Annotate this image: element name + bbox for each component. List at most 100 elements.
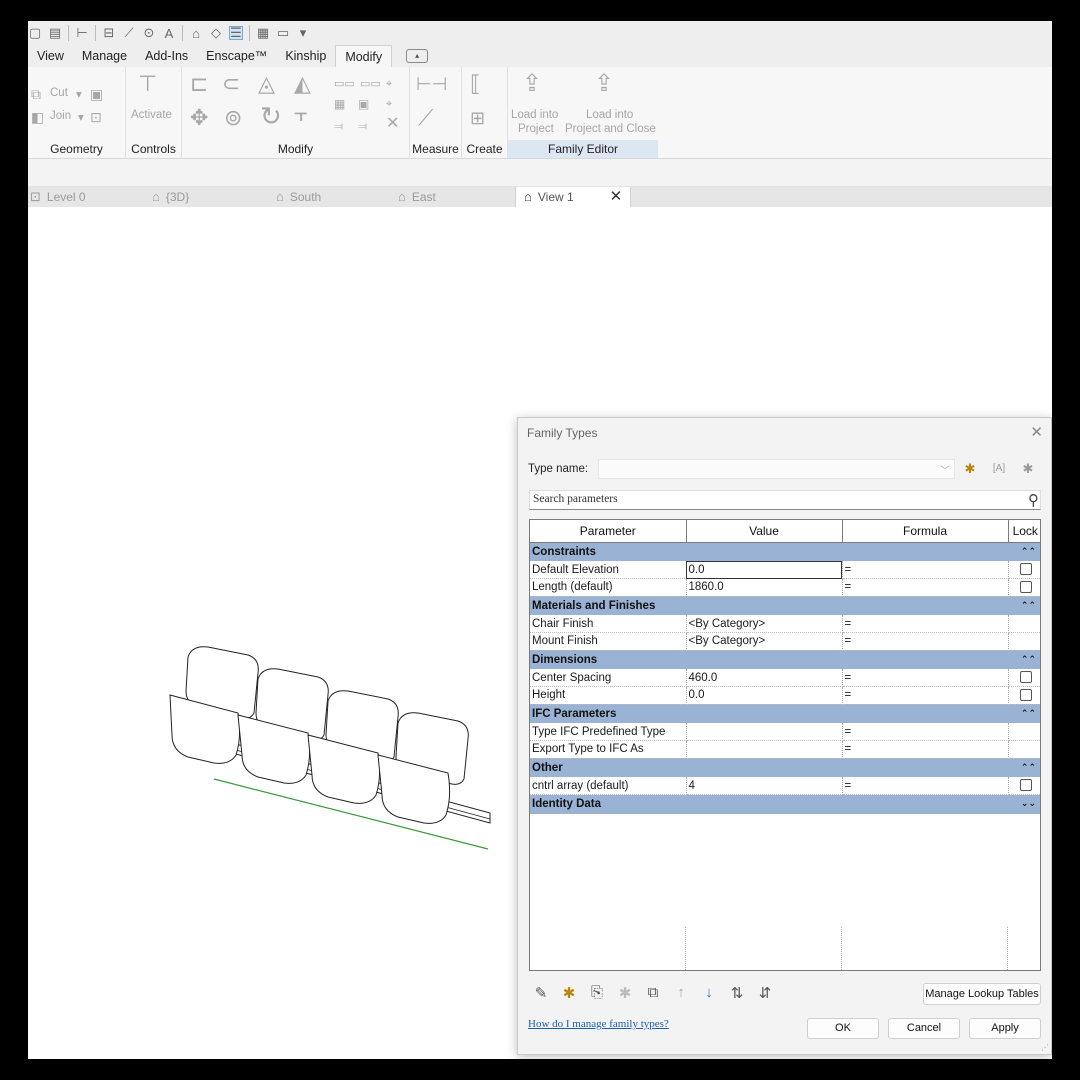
cut-button[interactable]: Cut <box>50 87 68 99</box>
create-similar-icon[interactable]: ⟦ <box>470 73 481 95</box>
mirror-axis-icon[interactable]: ◬ <box>258 73 275 95</box>
group-dimensions[interactable]: Dimensions ⌃⌃ <box>530 650 1040 669</box>
parameter-formula[interactable]: = <box>842 777 1009 795</box>
new-parameter-icon[interactable]: ✱ <box>560 984 578 1002</box>
split-gap-icon[interactable]: ▭▭ <box>360 75 381 93</box>
pin-icon[interactable]: ⌖ <box>386 75 392 93</box>
search-parameters-input[interactable]: Search parameters <box>529 490 1041 510</box>
resize-grip-icon[interactable]: ⋰ <box>1041 1043 1049 1052</box>
duplicate-parameter-icon[interactable]: ✱ <box>616 984 634 1002</box>
switch-windows-icon[interactable]: ▭ <box>276 25 290 40</box>
view-tab-view-1[interactable]: ⌂ View 1 ✕ <box>515 187 632 207</box>
tab-enscape[interactable]: Enscape™ <box>197 45 276 67</box>
cut-dropdown-icon[interactable]: ▾ <box>76 87 82 101</box>
expand-icon[interactable]: ⌄⌄ <box>1021 798 1036 809</box>
trim-extend-icon[interactable]: ⫟ <box>294 103 307 125</box>
collapse-icon[interactable]: ⌃⌃ <box>1021 708 1036 719</box>
parameter-value-input[interactable]: 460.0 <box>686 669 843 687</box>
copy-parameter-icon[interactable]: ⧉ <box>644 984 662 1002</box>
load-into-project-close-line1[interactable]: Load into <box>586 109 633 121</box>
trim-single-icon[interactable]: ⫤ <box>334 117 343 135</box>
dimension-icon[interactable]: ⊟ <box>102 25 116 40</box>
collapse-icon[interactable]: ⌃⌃ <box>1021 654 1036 665</box>
load-into-project-close-line2[interactable]: Project and Close <box>565 123 656 135</box>
table-row[interactable]: Chair Finish <By Category> = <box>530 615 1040 633</box>
table-row[interactable]: cntrl array (default) 4 = <box>530 777 1040 795</box>
join-button[interactable]: Join <box>50 110 71 122</box>
group-identity-data[interactable]: Identity Data ⌄⌄ <box>530 794 1040 814</box>
thin-lines-icon[interactable]: ☰ <box>229 25 243 40</box>
formula-column-header[interactable]: Formula <box>842 520 1009 543</box>
copy-icon[interactable]: ⊚ <box>224 107 242 129</box>
lock-checkbox[interactable] <box>1020 779 1033 792</box>
view-tab-level-0[interactable]: ⊡ Level 0 <box>30 187 86 207</box>
split-face-icon[interactable]: ⊡ <box>90 108 102 126</box>
parameter-formula[interactable]: = <box>842 615 1009 633</box>
group-other[interactable]: Other ⌃⌃ <box>530 758 1040 777</box>
tag-icon[interactable]: ⊙ <box>142 25 156 40</box>
tab-kinship[interactable]: Kinship <box>276 45 335 67</box>
lock-checkbox[interactable] <box>1020 563 1033 576</box>
move-icon[interactable]: ✥ <box>190 107 208 129</box>
customize-dropdown-icon[interactable]: ▾ <box>296 25 310 40</box>
group-materials[interactable]: Materials and Finishes ⌃⌃ <box>530 596 1040 615</box>
help-link[interactable]: How do I manage family types? <box>528 1018 669 1030</box>
join-dropdown-icon[interactable]: ▾ <box>78 110 84 124</box>
manage-lookup-tables-button[interactable]: Manage Lookup Tables <box>923 983 1041 1005</box>
tab-modify[interactable]: Modify <box>335 45 393 67</box>
load-into-project-icon[interactable]: ⇪ <box>522 72 542 96</box>
parameter-value-input[interactable]: <By Category> <box>686 632 843 651</box>
parameter-value-input[interactable]: 1860.0 <box>686 578 843 597</box>
parameter-value-input[interactable]: 0.0 <box>686 686 843 705</box>
parameter-formula[interactable]: = <box>842 578 1009 597</box>
offset-icon[interactable]: ⊂ <box>222 73 240 95</box>
scale-icon[interactable]: ▣ <box>358 95 369 113</box>
group-ifc-parameters[interactable]: IFC Parameters ⌃⌃ <box>530 704 1040 723</box>
apply-button[interactable]: Apply <box>969 1018 1041 1039</box>
parameter-value-input[interactable] <box>686 740 843 759</box>
move-down-icon[interactable]: ↓ <box>700 984 718 1002</box>
table-row[interactable]: Length (default) 1860.0 = <box>530 578 1040 597</box>
parameter-column-header[interactable]: Parameter <box>530 520 687 543</box>
table-row[interactable]: Export Type to IFC As = <box>530 740 1040 759</box>
table-row[interactable]: Type IFC Predefined Type = <box>530 723 1040 741</box>
measure-distance-icon[interactable]: ⊢⊣ <box>416 75 447 93</box>
array-icon[interactable]: ▦ <box>334 95 345 113</box>
spot-elevation-icon[interactable]: ⟋ <box>122 25 136 40</box>
lock-column-header[interactable]: Lock <box>1008 520 1040 543</box>
value-column-header[interactable]: Value <box>686 520 843 543</box>
group-constraints[interactable]: Constraints ⌃⌃ <box>530 542 1040 561</box>
home-3d-icon[interactable]: ⌂ <box>189 26 203 41</box>
load-into-project-line1[interactable]: Load into <box>511 109 558 121</box>
split-icon[interactable]: ▭▭ <box>334 75 355 93</box>
parameter-value-input[interactable]: <By Category> <box>686 615 843 633</box>
parameter-formula[interactable]: = <box>842 740 1009 759</box>
table-row[interactable]: Mount Finish <By Category> = <box>530 632 1040 651</box>
type-name-select[interactable]: ﹀ <box>598 459 955 479</box>
create-group-icon[interactable]: ⊞ <box>470 109 485 127</box>
activate-button[interactable]: Activate <box>131 109 172 121</box>
collapse-icon[interactable]: ⌃⌃ <box>1021 546 1036 557</box>
close-hidden-icon[interactable]: ▦ <box>256 25 270 40</box>
parameter-formula[interactable]: = <box>842 632 1009 651</box>
align-icon[interactable]: ⊏ <box>190 73 208 95</box>
sort-descending-icon[interactable]: ⇵ <box>756 984 774 1002</box>
lock-checkbox[interactable] <box>1020 689 1033 702</box>
rename-type-icon[interactable]: [A] <box>989 459 1009 479</box>
parameter-formula[interactable]: = <box>842 723 1009 741</box>
lock-checkbox[interactable] <box>1020 671 1033 684</box>
sync-icon[interactable]: ▤ <box>48 25 62 40</box>
search-icon[interactable]: ⚲ <box>1028 491 1039 509</box>
paint-icon[interactable]: ▣ <box>90 85 103 103</box>
load-into-project-close-icon[interactable]: ⇪ <box>594 72 614 96</box>
collapse-icon[interactable]: ⌃⌃ <box>1021 762 1036 773</box>
trim-multiple-icon[interactable]: ⫤ <box>358 117 367 135</box>
collapse-icon[interactable]: ⌃⌃ <box>1021 600 1036 611</box>
load-into-project-line2[interactable]: Project <box>518 123 554 135</box>
tab-add-ins[interactable]: Add-Ins <box>136 45 197 67</box>
delete-type-icon[interactable]: ✱ <box>1018 459 1038 479</box>
ok-button[interactable]: OK <box>807 1018 879 1039</box>
tab-manage[interactable]: Manage <box>73 45 136 67</box>
mirror-draw-icon[interactable]: ◭ <box>294 73 311 95</box>
table-row[interactable]: Default Elevation 0.0 = <box>530 561 1040 579</box>
